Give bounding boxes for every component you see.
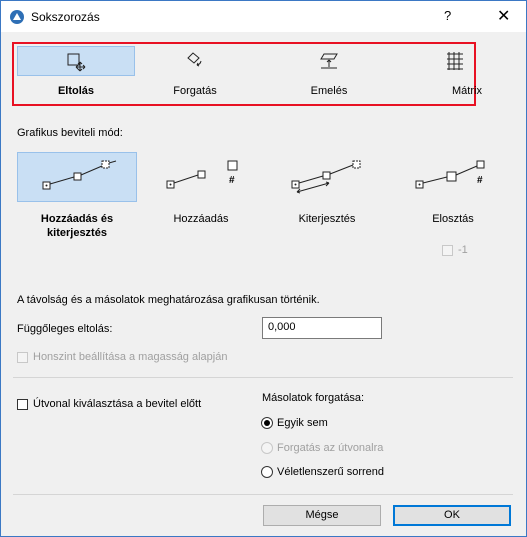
distribute-icon: # — [415, 160, 485, 189]
info-text: A távolság és a másolatok meghatározása … — [17, 294, 320, 306]
matrix-icon — [447, 52, 463, 70]
radio-random-label: Véletlenszerű sorrend — [277, 466, 385, 478]
mode-move-label: Eltolás — [57, 85, 95, 97]
mode-move[interactable]: Eltolás — [17, 46, 135, 101]
minus-one-checkbox[interactable]: -1 — [442, 244, 468, 256]
dialog-title: Sokszorozás — [31, 10, 100, 24]
extend-icon — [291, 160, 361, 194]
vertical-offset-input[interactable]: 0,000 — [262, 317, 382, 339]
elevate-icon — [320, 53, 338, 69]
mode-matrix[interactable]: Mátrix — [396, 46, 514, 101]
mode-elevate-label: Emelés — [310, 85, 348, 97]
radio-none[interactable]: Egyik sem — [261, 417, 328, 429]
minus-one-label: -1 — [458, 244, 468, 256]
mode-selector: Eltolás Forgatás Emelés Mátrix — [12, 42, 482, 106]
move-icon — [67, 53, 86, 72]
radio-none-label: Egyik sem — [277, 417, 328, 429]
radio-rotate-along-path[interactable]: Forgatás az útvonalra — [261, 442, 383, 454]
method-distribute-label: Elosztás — [432, 213, 474, 225]
method-add[interactable]: # Hozzáadás — [141, 152, 261, 262]
method-extend-label: Kiterjesztés — [298, 213, 356, 225]
count-sign: # — [477, 175, 483, 186]
ok-button[interactable]: OK — [393, 505, 511, 526]
mode-rotate[interactable]: Forgatás — [136, 46, 254, 101]
method-add-and-extend-label: Hozzáadás és kiterjesztés — [40, 213, 114, 239]
story-by-elevation-checkbox[interactable]: Honszint beállítása a magasság alapján — [17, 351, 227, 363]
vertical-offset-label: Függőleges eltolás: — [17, 323, 113, 335]
rotate-icon — [187, 52, 202, 67]
mode-elevate[interactable]: Emelés — [270, 46, 388, 101]
count-sign: # — [229, 175, 235, 186]
title-bar: Sokszorozás ? ✕ — [1, 1, 526, 32]
mode-rotate-label: Forgatás — [173, 85, 217, 97]
separator — [13, 494, 513, 495]
radio-random[interactable]: Véletlenszerű sorrend — [261, 466, 384, 478]
select-path-label: Útvonal kiválasztása a bevitel előtt — [33, 398, 202, 410]
add-and-extend-icon — [42, 160, 117, 190]
close-button[interactable]: ✕ — [497, 6, 510, 26]
method-add-label: Hozzáadás — [173, 213, 229, 225]
add-icon: # — [166, 160, 238, 189]
help-button[interactable]: ? — [444, 8, 451, 23]
app-icon — [9, 9, 25, 25]
rotation-label: Másolatok forgatása: — [262, 392, 365, 404]
separator — [13, 377, 513, 378]
method-extend[interactable]: Kiterjesztés — [267, 152, 387, 262]
input-mode-label: Grafikus beviteli mód: — [17, 127, 123, 139]
story-by-elevation-label: Honszint beállítása a magasság alapján — [33, 351, 228, 363]
select-path-checkbox[interactable]: Útvonal kiválasztása a bevitel előtt — [17, 398, 201, 410]
radio-rotate-along-path-label: Forgatás az útvonalra — [277, 442, 384, 454]
method-add-and-extend[interactable]: Hozzáadás és kiterjesztés — [17, 152, 137, 262]
mode-matrix-label: Mátrix — [452, 85, 482, 97]
cancel-button[interactable]: Mégse — [263, 505, 381, 526]
dialog-content: Eltolás Forgatás Emelés Mátrix Grafikus … — [1, 32, 526, 536]
dialog-window: Sokszorozás ? ✕ Eltolás Forgatás Emelés … — [0, 0, 527, 537]
